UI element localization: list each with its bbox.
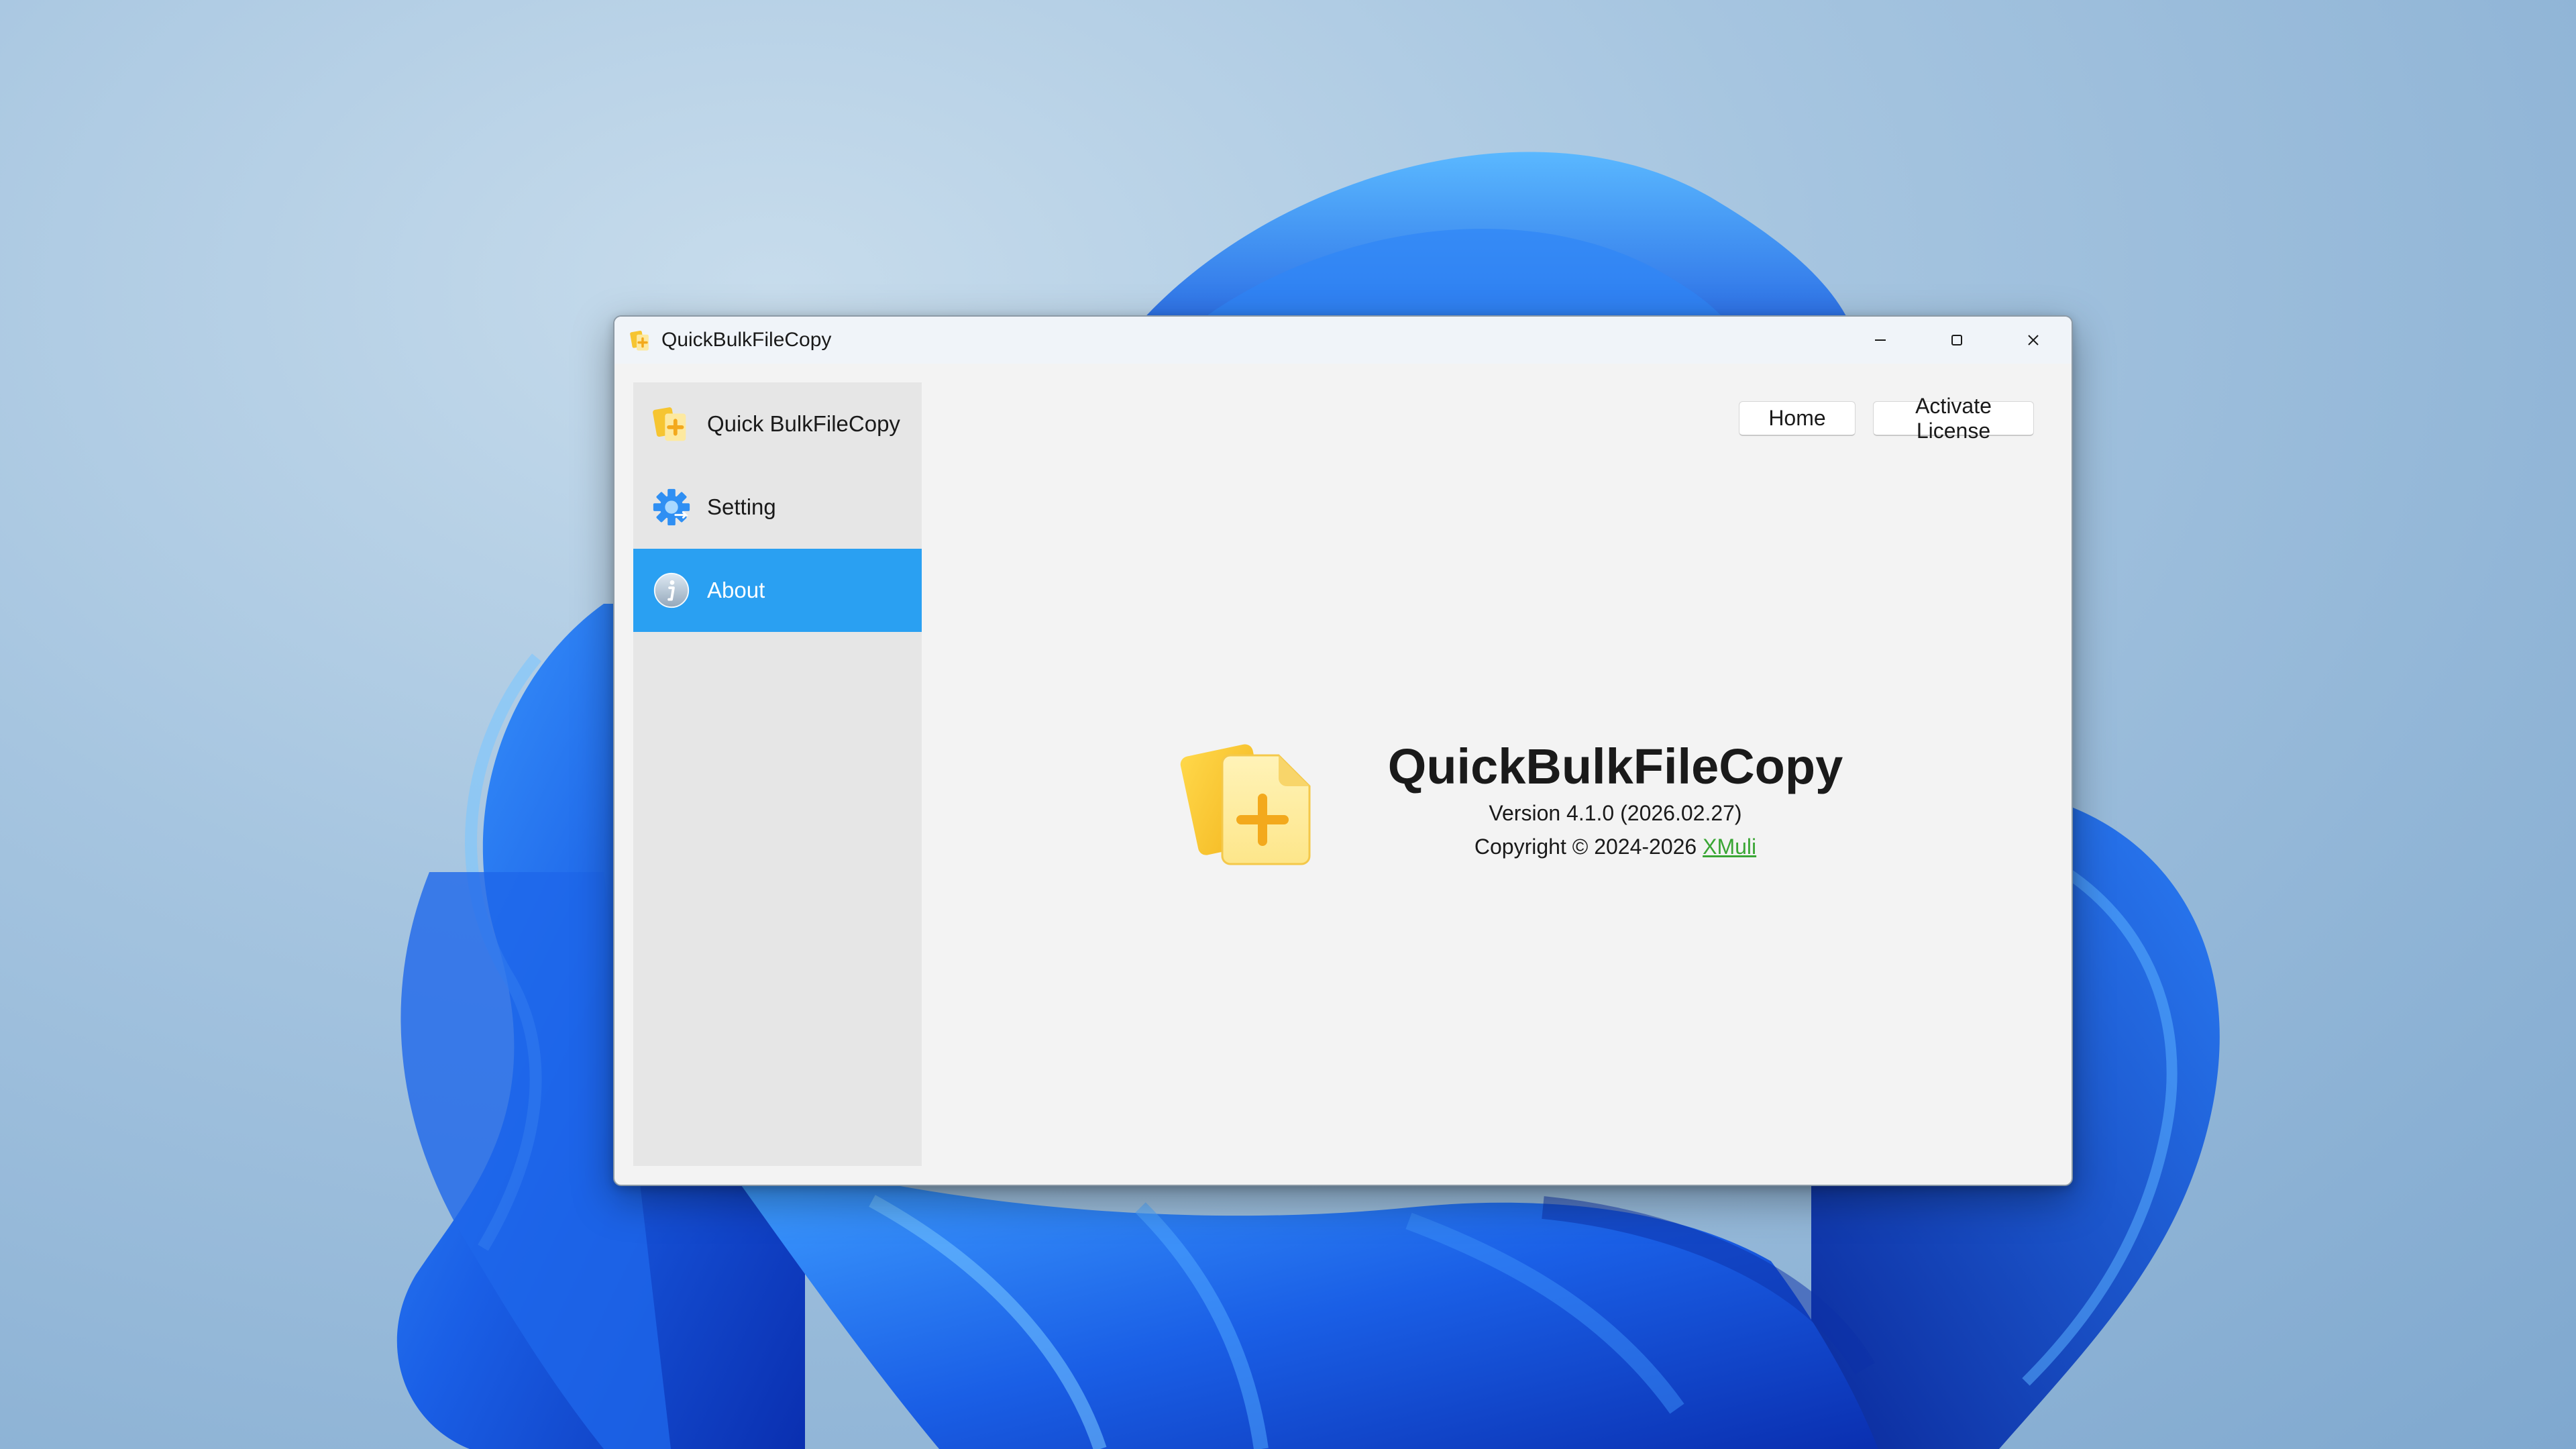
app-logo-icon — [653, 407, 686, 441]
info-icon — [653, 572, 690, 608]
app-logo-icon — [1180, 744, 1311, 865]
author-link[interactable]: XMuli — [1703, 835, 1756, 859]
desktop: QuickBulkFileCopy Quick BulkFileCopy Set… — [0, 0, 2576, 1449]
sidebar-item-label: Quick BulkFileCopy — [707, 411, 900, 436]
sidebar: Quick BulkFileCopy Setting About — [633, 382, 922, 1166]
sidebar-item-label: About — [707, 578, 765, 602]
maximize-button[interactable] — [1919, 317, 1995, 364]
copyright-prefix: Copyright © 2024-2026 — [1474, 835, 1703, 859]
gear-icon — [653, 488, 690, 526]
minimize-button[interactable] — [1842, 317, 1919, 364]
app-window: QuickBulkFileCopy Quick BulkFileCopy Set… — [613, 315, 2073, 1186]
app-logo-icon — [630, 330, 649, 351]
copyright-text: Copyright © 2024-2026 XMuli — [1374, 835, 1857, 859]
app-name-heading: QuickBulkFileCopy — [1387, 739, 1843, 794]
home-button[interactable]: Home — [1739, 401, 1856, 436]
sidebar-item-setting[interactable]: Setting — [633, 466, 922, 549]
maximize-icon — [1951, 335, 1962, 345]
close-icon — [2028, 335, 2039, 345]
title-bar[interactable]: QuickBulkFileCopy — [614, 317, 2072, 364]
window-title: QuickBulkFileCopy — [661, 329, 832, 351]
sidebar-item-label: Setting — [707, 494, 776, 519]
sidebar-item-about[interactable]: About — [633, 549, 922, 632]
minimize-icon — [1875, 339, 1886, 341]
version-text: Version 4.1.0 (2026.02.27) — [1489, 801, 1742, 825]
sidebar-item-quick-bulkfilecopy[interactable]: Quick BulkFileCopy — [633, 382, 922, 466]
activate-license-button[interactable]: Activate License — [1873, 394, 2034, 443]
close-button[interactable] — [1995, 317, 2072, 364]
